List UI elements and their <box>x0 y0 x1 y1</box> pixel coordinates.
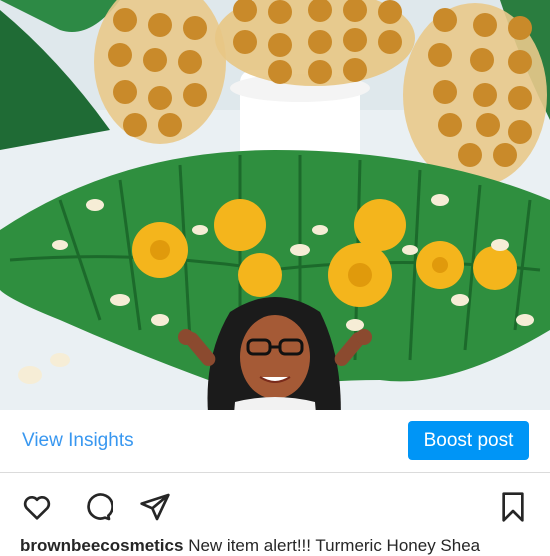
send-icon[interactable] <box>138 490 172 524</box>
caption-text: New item alert!!! Turmeric Honey Shea <box>188 536 481 555</box>
comment-icon[interactable] <box>80 490 114 524</box>
post-actions <box>0 480 550 530</box>
post-caption: brownbeecosmetics New item alert!!! Turm… <box>20 536 550 556</box>
heart-icon[interactable] <box>20 490 54 524</box>
boost-post-button[interactable]: Boost post <box>408 421 529 460</box>
view-insights-link[interactable]: View Insights <box>22 430 134 452</box>
caption-username[interactable]: brownbeecosmetics <box>20 536 183 555</box>
bookmark-icon[interactable] <box>496 490 530 524</box>
